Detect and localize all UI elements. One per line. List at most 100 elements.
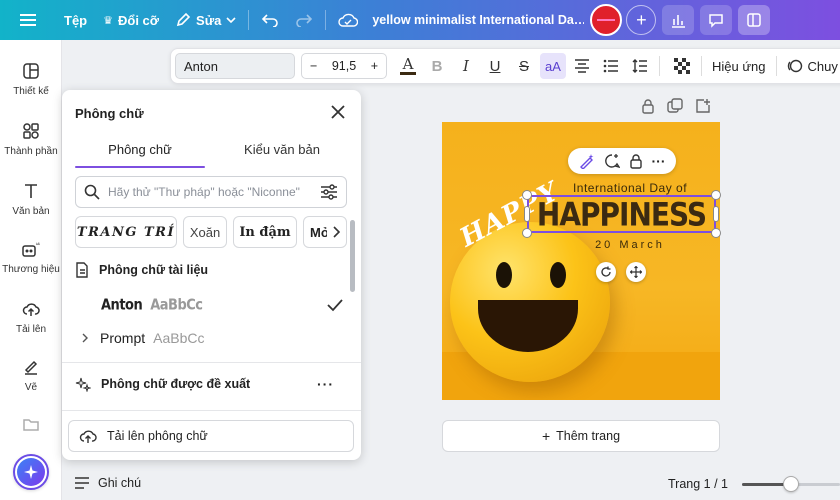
present-button[interactable] (738, 5, 771, 35)
rail-item-more[interactable] (0, 418, 62, 438)
letter-case-button[interactable]: aA (540, 53, 566, 79)
font-sample: AaBbCc (153, 330, 205, 346)
tab-text-styles[interactable]: Kiểu văn bản (217, 142, 347, 157)
magic-assistant-button[interactable] (13, 454, 49, 490)
effects-button[interactable]: Hiệu ứng (708, 59, 770, 74)
resize-handle-br[interactable] (711, 228, 721, 238)
more-icon[interactable]: ··· (652, 153, 666, 169)
rail-item-design[interactable]: Thiết kế (0, 62, 62, 97)
search-placeholder: Hãy thử "Thư pháp" hoặc "Niconne" (108, 185, 300, 199)
magic-edit-icon[interactable] (579, 153, 595, 169)
spacing-button[interactable] (627, 53, 653, 79)
upload-font-button[interactable]: Tải lên phông chữ (68, 420, 354, 452)
underline-icon: U (489, 57, 501, 75)
list-button[interactable] (598, 53, 624, 79)
panel-scrollbar[interactable] (350, 220, 355, 292)
divider (701, 56, 702, 76)
align-button[interactable] (569, 53, 595, 79)
transparency-icon (674, 58, 690, 74)
notes-button[interactable]: Ghi chú (74, 476, 141, 490)
left-rail: Thiết kế Thành phần Văn bản Thương hiệu … (0, 40, 62, 500)
font-search-input[interactable]: Hãy thử "Thư pháp" hoặc "Niconne" (75, 176, 347, 208)
animate-button[interactable]: Chuy (783, 58, 840, 74)
font-option-prompt[interactable]: Prompt AaBbCc (75, 326, 347, 350)
strikethrough-button[interactable]: S (511, 53, 537, 79)
tab-fonts[interactable]: Phông chữ (75, 142, 205, 157)
comment-add-icon[interactable] (604, 153, 620, 169)
rail-item-text[interactable]: Văn bản (0, 182, 62, 217)
rail-item-uploads[interactable]: Tải lên (0, 300, 62, 335)
layout-icon (23, 63, 39, 79)
add-collaborator-button[interactable]: + (626, 5, 657, 35)
font-size-stepper[interactable]: − 91,5 + (301, 53, 387, 79)
save-status-button[interactable] (330, 0, 366, 40)
avatar-logo-icon (597, 19, 616, 21)
text-icon (25, 184, 37, 198)
add-page-button[interactable]: + Thêm trang (442, 420, 720, 452)
font-sample: AaBbCc (150, 296, 203, 314)
line-spacing-icon (632, 59, 647, 73)
pencil-icon (176, 12, 191, 27)
insights-button[interactable] (662, 5, 695, 35)
text-color-button[interactable]: A (395, 53, 421, 79)
font-size-value[interactable]: 91,5 (332, 59, 356, 73)
add-page-icon[interactable] (695, 98, 711, 114)
chip-bold[interactable]: In đậm (233, 216, 297, 248)
resize-handle-left[interactable] (524, 206, 530, 222)
sparkle-icon (17, 458, 45, 486)
chips-scroll-right-button[interactable] (327, 224, 345, 240)
redo-button[interactable] (287, 0, 321, 40)
text-toolbar: Anton − 91,5 + A B I U S aA Hiệu ứng Chu… (170, 48, 840, 84)
resize-handle-tl[interactable] (522, 190, 532, 200)
close-icon (331, 105, 345, 119)
rail-item-brand[interactable]: Thương hiệu (0, 240, 62, 275)
more-options-button[interactable]: ··· (317, 376, 334, 392)
smiley-eye-left (496, 262, 512, 288)
undo-button[interactable] (253, 0, 287, 40)
resize-button[interactable]: ♛ Đổi cỡ (95, 0, 167, 40)
design-date-text[interactable]: 20 March (550, 239, 710, 251)
close-button[interactable] (329, 103, 347, 121)
lock-icon[interactable] (641, 98, 655, 114)
page-indicator[interactable]: Trang 1 / 1 (668, 477, 728, 491)
comments-button[interactable] (700, 5, 733, 35)
bold-button[interactable]: B (424, 53, 450, 79)
chip-decorative[interactable]: TRANG TRÍ (75, 216, 177, 248)
font-option-anton[interactable]: Anton AaBbCc (75, 293, 347, 317)
font-family-select[interactable]: Anton (175, 53, 295, 79)
document-icon (76, 262, 88, 278)
zoom-slider[interactable] (742, 476, 840, 492)
file-menu[interactable]: Tệp (56, 0, 95, 40)
document-title[interactable]: yellow minimalist International Da… (372, 13, 584, 27)
divider (659, 56, 660, 76)
rail-item-draw[interactable]: Vẽ (0, 358, 62, 393)
underline-button[interactable]: U (482, 53, 508, 79)
chip-curly[interactable]: Xoăn (183, 216, 227, 248)
font-name: Prompt (100, 330, 146, 346)
divider (248, 10, 250, 30)
increase-size-button[interactable]: + (371, 59, 378, 73)
chevron-right-icon[interactable] (81, 333, 89, 343)
comment-icon (709, 14, 724, 28)
more-icon: ··· (317, 376, 334, 392)
lock-icon[interactable] (629, 153, 643, 169)
decrease-size-button[interactable]: − (310, 59, 317, 73)
duplicate-icon[interactable] (667, 98, 683, 114)
italic-button[interactable]: I (453, 53, 479, 79)
redo-icon (296, 14, 313, 27)
italic-icon: I (463, 57, 469, 75)
plus-icon: + (541, 428, 551, 444)
zoom-slider-thumb[interactable] (783, 476, 799, 492)
move-handle[interactable] (626, 262, 646, 282)
resize-handle-right[interactable] (713, 206, 719, 222)
menu-button[interactable] (0, 0, 56, 40)
filter-icon[interactable] (320, 184, 338, 200)
rotate-handle[interactable] (596, 262, 616, 282)
move-icon (630, 266, 642, 278)
avatar[interactable] (590, 4, 623, 36)
resize-handle-tr[interactable] (711, 190, 721, 200)
edit-menu[interactable]: Sửa (167, 0, 244, 40)
resize-handle-bl[interactable] (522, 228, 532, 238)
transparency-button[interactable] (669, 53, 695, 79)
rail-item-elements[interactable]: Thành phần (0, 122, 62, 157)
